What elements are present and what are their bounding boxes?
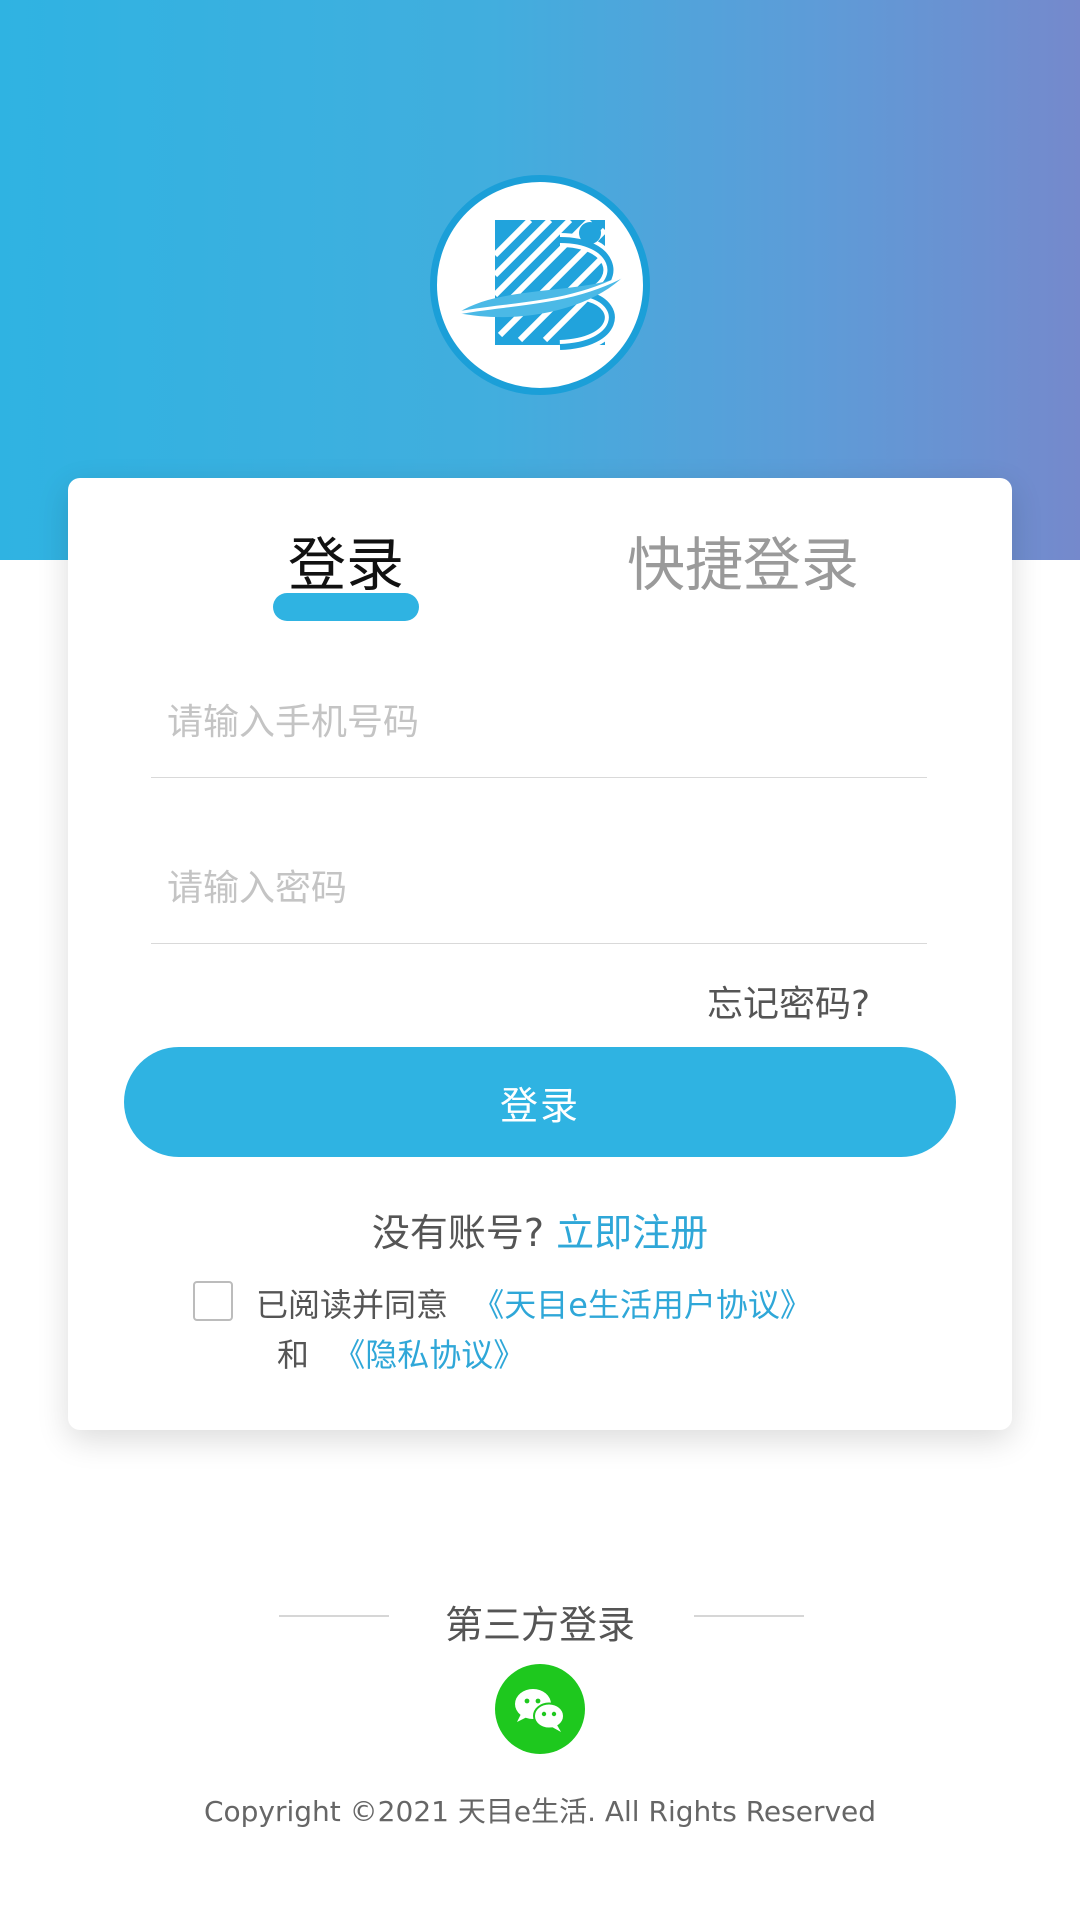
register-link[interactable]: 立即注册 (556, 1211, 708, 1255)
app-logo-icon (457, 217, 626, 354)
login-button[interactable]: 登录 (124, 1047, 956, 1157)
tab-quick-login[interactable]: 快捷登录 (627, 536, 859, 594)
phone-field (151, 674, 927, 778)
agreement-checkbox[interactable] (193, 1281, 233, 1321)
agreement-prefix: 已阅读并同意 (256, 1286, 449, 1324)
register-prompt-text: 没有账号? (371, 1211, 545, 1255)
privacy-agreement-link[interactable]: 《隐私协议》 (333, 1336, 525, 1374)
app-logo (430, 175, 650, 395)
copyright-text: Copyright ©2021 天目e生活. All Rights Reserv… (203, 1795, 877, 1828)
wechat-icon (515, 1689, 565, 1732)
agreement-line-2: 和 《隐私协议》 (277, 1330, 525, 1376)
password-input[interactable] (167, 863, 907, 913)
agreement-and: 和 (277, 1336, 310, 1374)
user-agreement-link[interactable]: 《天目e生活用户协议》 (472, 1286, 812, 1324)
password-field (151, 840, 927, 944)
forgot-password-link[interactable]: 忘记密码? (707, 975, 870, 1027)
third-party-title: 第三方登录 (444, 1603, 635, 1647)
agreement-line-1: 已阅读并同意 《天目e生活用户协议》 (256, 1280, 812, 1326)
third-party-divider-right (694, 1615, 804, 1617)
tab-quick-login-label: 快捷登录 (627, 531, 860, 599)
wechat-login-button[interactable] (495, 1664, 585, 1754)
phone-input[interactable] (167, 697, 907, 747)
tab-login[interactable]: 登录 (288, 536, 404, 594)
register-prompt: 没有账号? 立即注册 (0, 1202, 1080, 1257)
tab-login-label: 登录 (288, 531, 405, 599)
